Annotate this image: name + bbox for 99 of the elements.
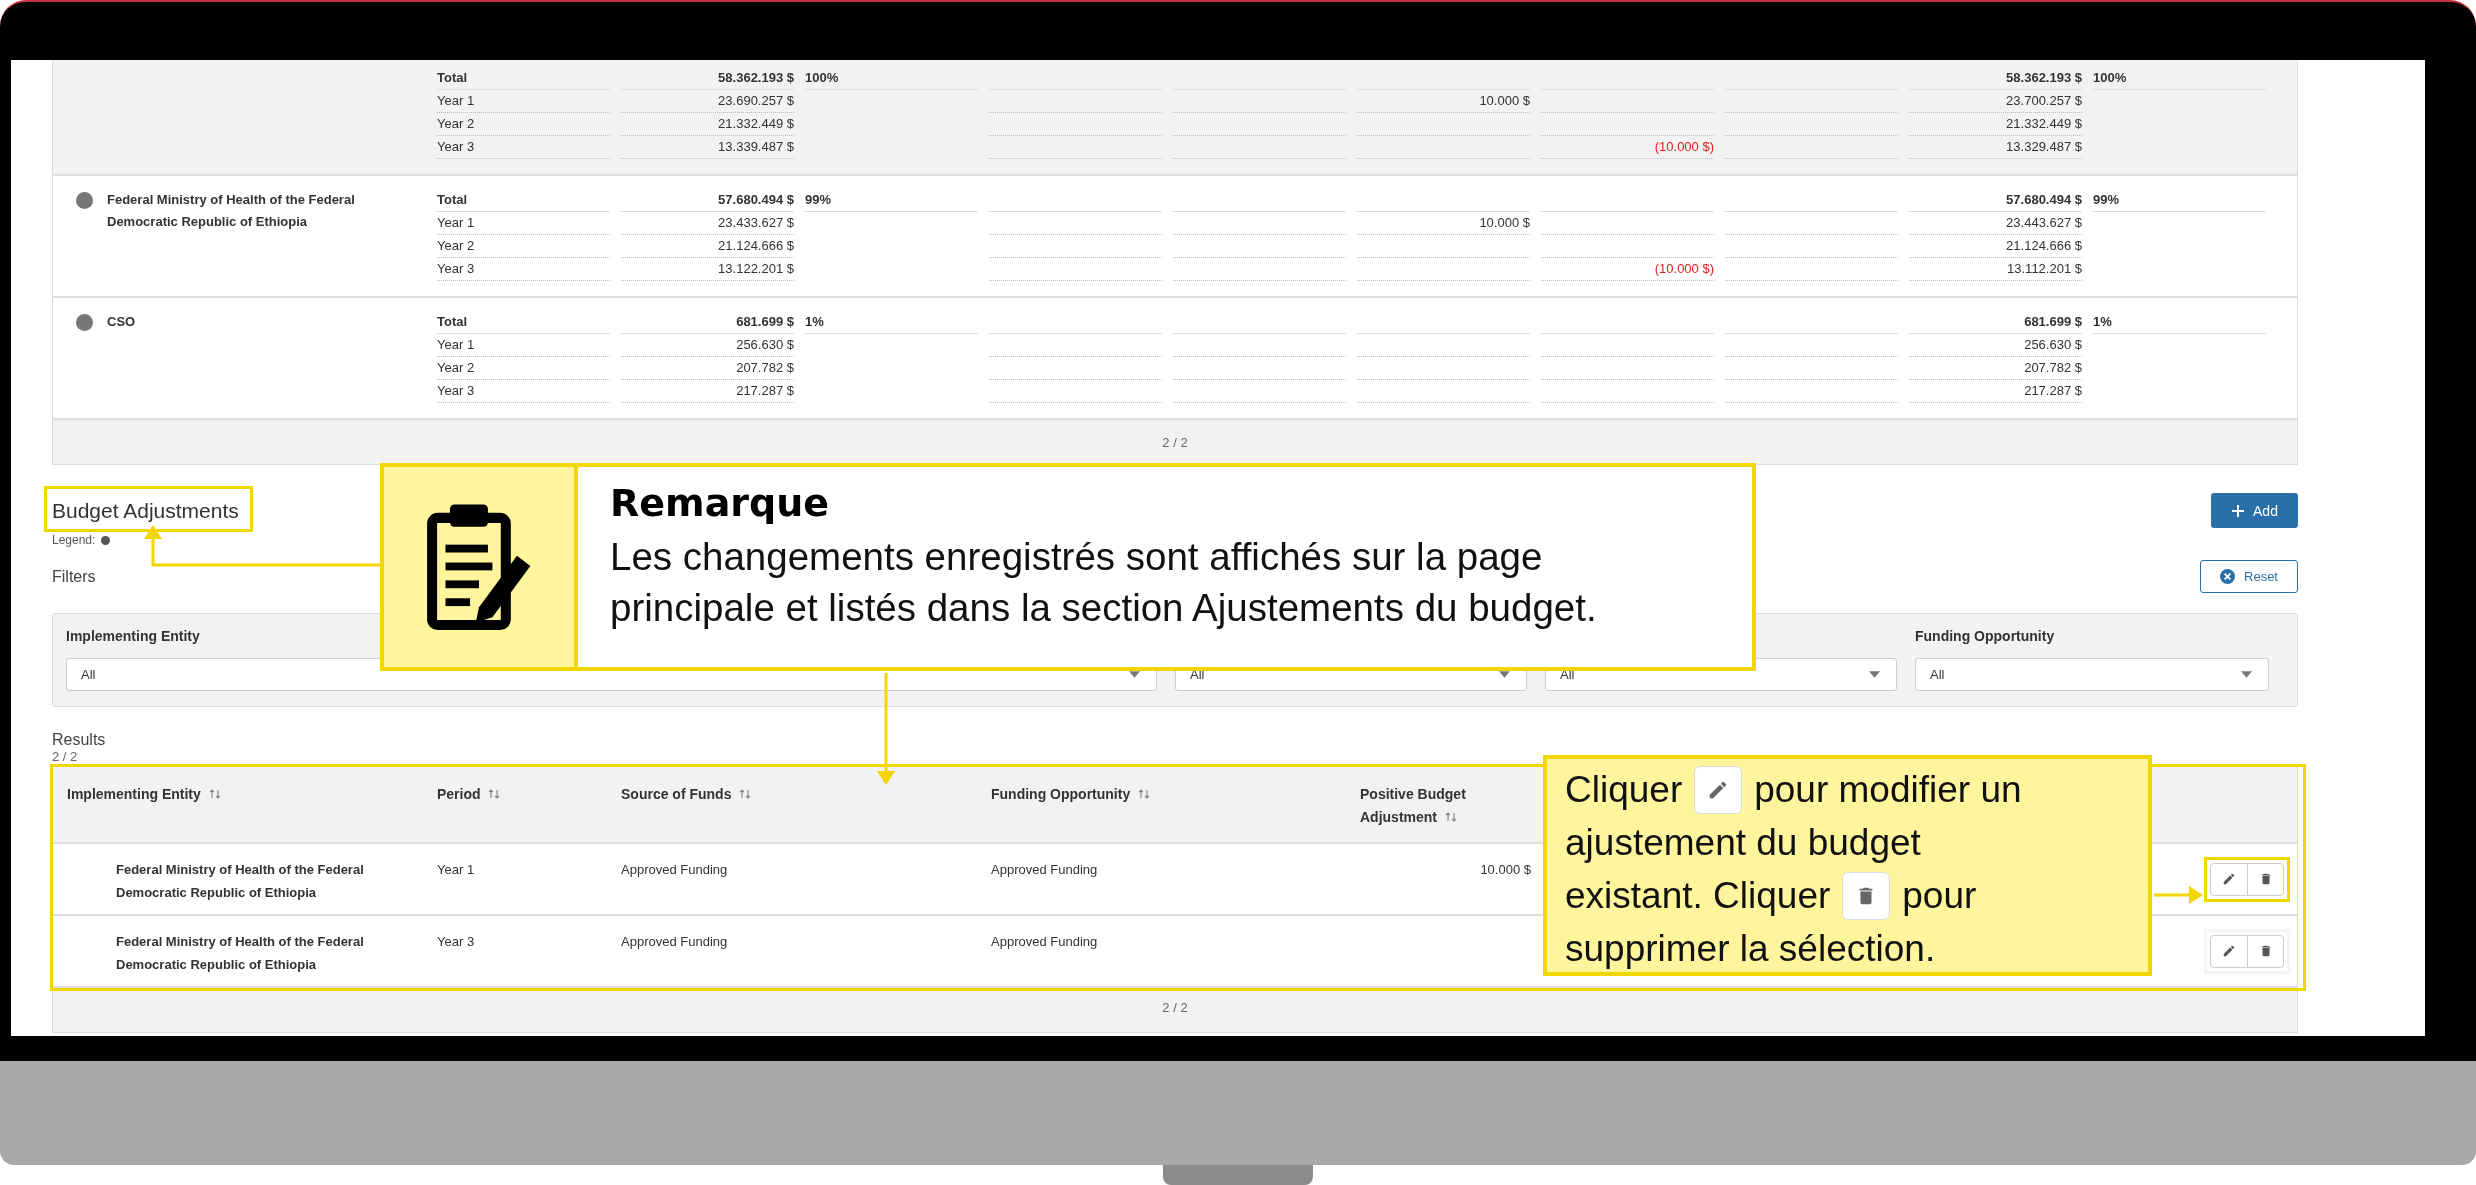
plus-icon (2231, 503, 2246, 518)
trash-icon (1842, 871, 1891, 920)
table-cell: 21.332.449 $ (2006, 116, 2082, 131)
table-cell: Total (437, 314, 468, 329)
table-cell: Approved Funding (621, 934, 728, 949)
table-cell: Total (437, 192, 468, 207)
table-cell: 256.630 $ (2024, 337, 2082, 352)
caret-icon (2241, 671, 2252, 678)
callout-text: ajustement du budget (1565, 820, 1921, 865)
table-cell: 256.630 $ (736, 337, 794, 352)
table-cell: (10.000 $) (1654, 139, 1714, 154)
column-header[interactable]: Implementing Entity (67, 767, 437, 842)
table-cell: 13.112.201 $ (2007, 261, 2082, 276)
filter-label: Implementing Entity (66, 627, 201, 646)
callout-text: supprimer la sélection. (1565, 926, 1936, 971)
table-cell: 100% (805, 70, 839, 85)
table-cell: 99% (2093, 192, 2120, 207)
table-cell: 1% (2093, 314, 2112, 329)
table-cell: 100% (2093, 70, 2127, 85)
table-cell: Year 1 (437, 862, 475, 877)
table-cell: 13.329.487 $ (2006, 139, 2082, 154)
table-cell: 207.782 $ (2024, 360, 2082, 375)
sort-icon (1444, 811, 1457, 823)
leader-arrow (2154, 886, 2203, 904)
table-cell: 21.124.666 $ (718, 238, 794, 253)
table-cell: 10.000 $ (1479, 215, 1530, 230)
filter-label: Funding Opportunity (1915, 627, 2056, 646)
table-cell: 681.699 $ (736, 314, 794, 329)
section-title: Budget Adjustments (52, 498, 239, 522)
callout-text: Cliquer (1565, 767, 1683, 812)
table-cell: Federal Ministry of Health of the Federal Democratic Republic of Ethiopia (116, 934, 364, 972)
table-cell: 681.699 $ (2024, 314, 2082, 329)
sort-icon (488, 788, 501, 800)
column-header[interactable]: Period (437, 767, 621, 842)
table-cell: 207.782 $ (736, 360, 794, 375)
table-cell: Year 2 (437, 116, 475, 131)
entity-name: Federal Ministry of Health of the Federal Democratic Republic of Ethiopia (107, 191, 356, 231)
add-button[interactable]: Add (2211, 493, 2298, 528)
table-cell: Approved Funding (621, 862, 728, 877)
table-cell: Total (437, 70, 468, 85)
table-cell: 10.000 $ (1479, 93, 1530, 108)
legend-dot (101, 535, 111, 545)
callout-text: pour modifier un (1754, 767, 2022, 812)
results-label: Results (52, 731, 107, 749)
filters-label: Filters (52, 567, 96, 586)
entity-name: CSO (107, 313, 137, 331)
pagination-count: 2 / 2 (1162, 1000, 1188, 1015)
column-header[interactable]: Positive Budget Adjustment (1360, 767, 1480, 842)
table-cell: 23.690.257 $ (718, 93, 794, 108)
column-header[interactable]: Funding Opportunity (991, 767, 1360, 842)
table-cell: Year 1 (437, 337, 475, 352)
callout-text: pour (1902, 873, 1977, 918)
column-header[interactable]: Source of Funds (621, 767, 991, 842)
table-cell: (10.000 $) (1654, 261, 1714, 276)
pencil-icon (2222, 944, 2236, 958)
sort-icon (739, 788, 752, 800)
results-count: 2 / 2 (52, 749, 79, 764)
table-cell: Year 1 (437, 215, 475, 230)
close-circle-icon (2220, 569, 2235, 584)
table-cell: 21.332.449 $ (718, 116, 794, 131)
table-cell: 10.000 $ (1480, 862, 1531, 877)
dropdown[interactable]: All (1915, 658, 2269, 691)
table-cell: 13.339.487 $ (718, 139, 794, 154)
table-cell: 13.122.201 $ (718, 261, 794, 276)
table-cell: Approved Funding (991, 862, 1098, 877)
pencil-icon (1694, 765, 1743, 814)
table-cell: 58.362.193 $ (2006, 70, 2082, 85)
table-cell: Year 2 (437, 238, 475, 253)
table-cell: 58.362.193 $ (718, 70, 794, 85)
table-cell: 217.287 $ (2024, 383, 2082, 398)
table-cell: Year 3 (437, 139, 475, 154)
status-dot (76, 192, 93, 209)
table-cell: Year 1 (437, 93, 475, 108)
callout-text: existant. Cliquer (1565, 873, 1831, 918)
caret-icon (1869, 671, 1880, 678)
callout-text: Les changements enregistrés sont affichés sur la page principale et listés dans la section Ajustements du budget. (610, 534, 1598, 631)
callout-title: Remarque (610, 480, 831, 527)
table-cell: 23.443.627 $ (2006, 215, 2082, 230)
table-cell: 99% (805, 192, 832, 207)
legend-label: Legend: (52, 533, 96, 547)
table-cell: Year 3 (437, 934, 475, 949)
reset-button[interactable]: Reset (2200, 560, 2298, 593)
table-cell: 1% (805, 314, 824, 329)
table-cell: 57.680.494 $ (718, 192, 794, 207)
table-cell: 23.433.627 $ (718, 215, 794, 230)
table-cell: 21.124.666 $ (2006, 238, 2082, 253)
table-cell: Year 2 (437, 360, 475, 375)
table-cell: Year 3 (437, 261, 475, 276)
table-cell: Approved Funding (991, 934, 1098, 949)
pencil-icon (2222, 872, 2236, 886)
table-cell: 217.287 $ (736, 383, 794, 398)
sort-icon (1138, 788, 1151, 800)
table-cell: Year 3 (437, 383, 475, 398)
table-cell: 57.680.494 $ (2006, 192, 2082, 207)
status-dot (76, 314, 93, 331)
table-cell: 23.700.257 $ (2006, 93, 2082, 108)
pagination-count: 2 / 2 (1162, 434, 1188, 450)
table-cell: Federal Ministry of Health of the Federal Democratic Republic of Ethiopia (116, 862, 364, 900)
sort-icon (208, 788, 221, 800)
